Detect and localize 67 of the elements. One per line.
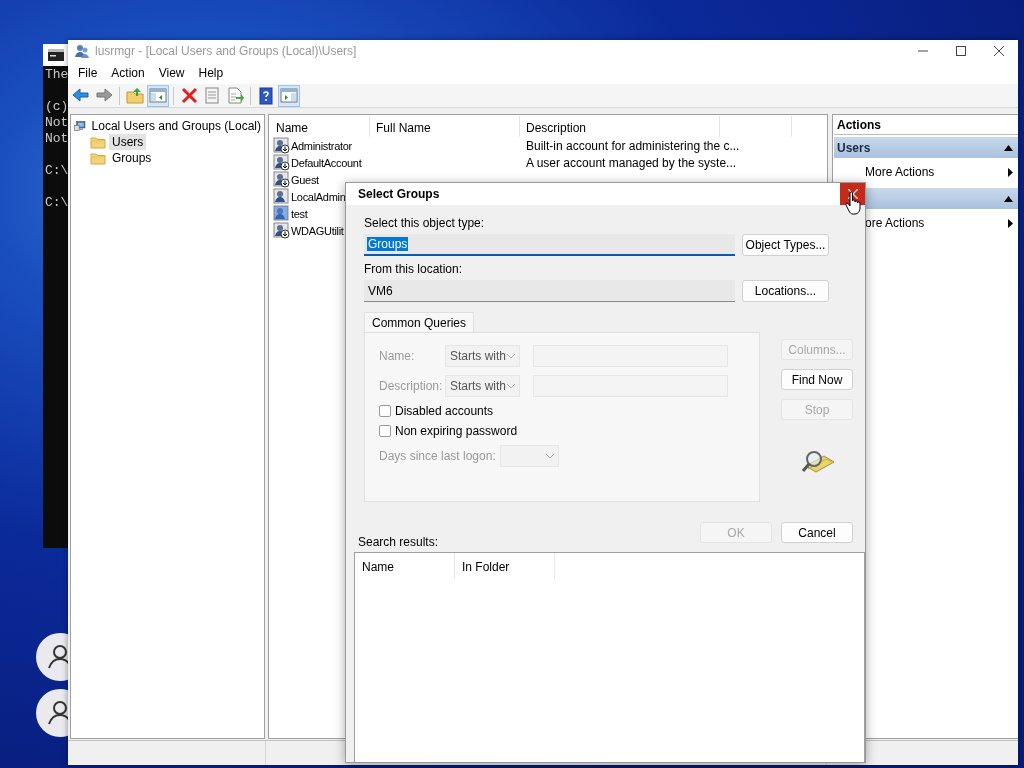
menu-item[interactable]: Help (191, 64, 231, 82)
user-description: A user account managed by the syste... (525, 155, 737, 170)
checkbox-label: Disabled accounts (395, 404, 494, 418)
console-text: Not (45, 131, 69, 147)
dialog-button[interactable]: Object Types... (742, 234, 829, 256)
input-field[interactable]: VM6 (364, 280, 735, 302)
menu-item[interactable]: File (71, 64, 105, 82)
submenu-arrow-icon[interactable] (1008, 167, 1013, 177)
tree-item[interactable]: Local Users and Groups (Local) (88, 118, 264, 134)
user-avatar-icon[interactable] (36, 633, 68, 681)
tree-item[interactable]: Users (109, 134, 147, 150)
dialog-button[interactable]: Locations... (742, 280, 829, 302)
computer-icon (74, 118, 86, 134)
column-header[interactable]: In Folder (455, 553, 555, 579)
folder-icon (90, 135, 106, 149)
query-label: Name: (379, 349, 416, 363)
input-field[interactable]: Groups (364, 234, 735, 256)
console-text: (c) (45, 99, 69, 115)
folder-icon (90, 151, 106, 165)
console-icon (48, 49, 64, 61)
tree-pane-icon[interactable] (148, 85, 168, 106)
query-label: Description: (379, 379, 444, 393)
column-header[interactable]: Full Name (370, 116, 520, 137)
menu-item[interactable]: View (151, 64, 192, 82)
users-app-icon (74, 43, 90, 59)
field-label: Select this object type: (364, 216, 486, 231)
maximize-icon[interactable] (956, 46, 966, 56)
tab[interactable]: Common Queries (364, 312, 475, 332)
collapse-icon[interactable] (1004, 144, 1013, 151)
console-text: C:\ (45, 195, 69, 211)
chevron-down-icon (545, 453, 554, 459)
console-text: The (45, 67, 69, 83)
close-icon (847, 189, 858, 199)
column-header[interactable]: Name (355, 553, 455, 579)
chevron-down-icon (507, 353, 515, 359)
checkbox[interactable] (379, 405, 391, 417)
results-label: Search results: (358, 535, 439, 549)
close-icon[interactable] (994, 46, 1004, 56)
console-text: C:\ (45, 163, 69, 179)
field-label: From this location: (364, 262, 464, 277)
query-label: Days since last logon: (379, 449, 496, 463)
action-link[interactable]: More Actions (865, 165, 935, 179)
column-header[interactable]: Description (520, 116, 720, 137)
export-list-icon[interactable] (225, 85, 245, 106)
actions-title: Actions (834, 116, 1018, 135)
submenu-arrow-icon[interactable] (1008, 218, 1013, 228)
tree-item[interactable]: Groups (109, 150, 155, 166)
user-avatar-icon[interactable] (36, 689, 68, 737)
checkbox[interactable] (379, 425, 391, 437)
dialog-title: Select Groups (357, 187, 440, 201)
section-header[interactable]: Users (834, 137, 1018, 158)
folder-up-icon[interactable] (125, 85, 145, 106)
user-description: Built-in account for administering the c... (525, 138, 740, 153)
collapse-icon[interactable] (1004, 195, 1013, 202)
checkbox-label: Non expiring password (395, 424, 518, 438)
dialog-button[interactable]: Cancel (781, 522, 853, 543)
user-name[interactable]: test (291, 207, 308, 220)
user-name[interactable]: LocalAdmin (291, 190, 346, 203)
menu-item[interactable]: Action (104, 64, 152, 82)
chevron-down-icon (507, 383, 515, 389)
action-link[interactable]: ore Actions (865, 216, 925, 230)
window-title: lusrmgr - [Local Users and Groups (Local)\Users] (95, 44, 358, 58)
delete-icon[interactable] (179, 85, 199, 106)
hand-cursor-icon (845, 191, 863, 215)
console-text: Not (45, 115, 69, 131)
help-icon[interactable] (256, 85, 276, 106)
dialog-button[interactable]: Find Now (781, 369, 853, 390)
